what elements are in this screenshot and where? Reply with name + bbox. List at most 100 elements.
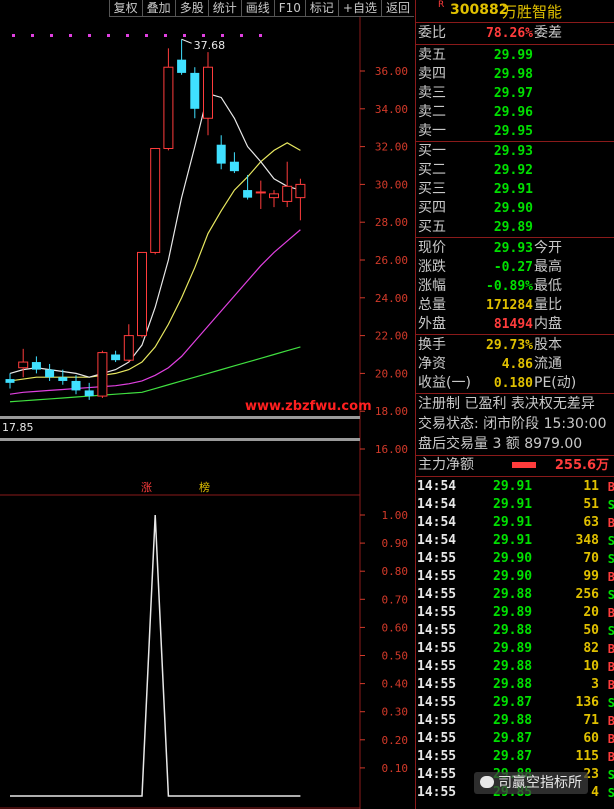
tick-direction: B [607, 642, 614, 656]
tick-time: 14:55 [417, 659, 457, 674]
status-text: 交易状态: 闭市阶段 15:30:00 [418, 416, 607, 432]
tick-row: 14:54 29.91 348 S [416, 532, 614, 550]
weicha-label: 委差 [534, 25, 562, 41]
candle-body [190, 72, 200, 109]
chart-area[interactable]: 36.00 34.00 32.00 30.00 28.00 26.00 24.00 22.00… [0, 17, 414, 809]
bid-label: 买三 [418, 181, 446, 197]
toolbar-button-0[interactable]: 复权 [108, 0, 142, 17]
tick-time: 14:55 [417, 587, 457, 602]
tick-volume: 3 [591, 677, 599, 692]
tick-volume: 82 [583, 641, 599, 656]
y-tick-label: 20.00 [375, 367, 408, 380]
high-pointer [181, 38, 192, 44]
stat-row: 总量 171284 量比 [416, 296, 614, 315]
ask-label: 卖二 [418, 104, 446, 120]
kline-chart[interactable]: 36.00 34.00 32.00 30.00 28.00 26.00 24.00 22.00… [0, 17, 414, 809]
tick-time: 14:55 [417, 731, 457, 746]
tick-row: 14:55 29.87 115 B [416, 748, 614, 766]
toolbar-button-5[interactable]: F10 [273, 0, 305, 17]
sub-y-tick-label: 0.30 [382, 706, 409, 719]
signal-dot [88, 34, 91, 37]
stat2-row: 收益(一) 0.180 PE(动) [416, 374, 614, 393]
tick-volume: 63 [583, 515, 599, 530]
y-tick-label: 34.00 [375, 103, 408, 116]
tick-direction: B [607, 660, 614, 674]
ask-price: 29.96 [493, 105, 533, 120]
tick-direction: S [607, 588, 614, 602]
candle-body [97, 352, 108, 397]
stat-value: 29.93 [493, 241, 533, 256]
stat2-label: 净资 [418, 356, 446, 372]
ask-row[interactable]: 卖二 29.96 [416, 103, 614, 122]
wechat-watermark: 司赢空指标所 [474, 772, 588, 794]
bid-row[interactable]: 买二 29.92 [416, 161, 614, 180]
tick-direction: S [607, 624, 614, 638]
ask-label: 卖一 [418, 123, 446, 139]
signal-dot [183, 34, 186, 37]
bid-row[interactable]: 买四 29.90 [416, 199, 614, 218]
candle-body [163, 66, 174, 149]
watermark-text: 司赢空指标所 [498, 775, 582, 791]
divider-band [0, 416, 360, 419]
tick-price: 29.88 [493, 713, 533, 728]
tick-price: 29.89 [493, 605, 533, 620]
tick-row: 14:55 29.89 82 B [416, 640, 614, 658]
divider [416, 237, 614, 238]
tick-row: 14:55 29.90 99 B [416, 568, 614, 586]
tick-price: 29.91 [493, 533, 533, 548]
toolbar-button-2[interactable]: 多股 [174, 0, 208, 17]
tick-price: 29.91 [493, 479, 533, 494]
tick-volume: 136 [575, 695, 599, 710]
ask-label: 卖四 [418, 66, 446, 82]
signal-dot [259, 34, 262, 37]
net-flow-bar [512, 462, 536, 468]
bid-price: 29.93 [493, 144, 533, 159]
tick-volume: 256 [575, 587, 599, 602]
ask-row[interactable]: 卖五 29.99 [416, 46, 614, 65]
tick-volume: 10 [583, 659, 599, 674]
tick-row: 14:55 29.87 136 S [416, 694, 614, 712]
tick-price: 29.91 [493, 497, 533, 512]
notice-text: 注册制 已盈利 表决权无差异 [418, 396, 595, 412]
toolbar-button-1[interactable]: 叠加 [141, 0, 175, 17]
net-flow-value: 255.6万 [554, 458, 609, 473]
ask-row[interactable]: 卖三 29.97 [416, 84, 614, 103]
tick-direction: S [607, 498, 614, 512]
tick-price: 29.90 [493, 551, 533, 566]
stat-value: 171284 [486, 298, 533, 313]
tick-direction: S [607, 552, 614, 566]
stat2-label2: 流通 [534, 356, 562, 372]
marker-bang: 榜 [199, 480, 210, 494]
bid-label: 买一 [418, 143, 446, 159]
divider-band [0, 438, 360, 441]
tick-row: 14:55 29.88 3 B [416, 676, 614, 694]
toolbar-button-3[interactable]: 统计 [207, 0, 241, 17]
low-label: 17.85 [2, 421, 34, 434]
tick-price: 29.88 [493, 623, 533, 638]
y-tick-label: 28.00 [375, 216, 408, 229]
tick-row: 14:55 29.88 256 S [416, 586, 614, 604]
toolbar-button-4[interactable]: 画线 [240, 0, 274, 17]
y-tick-label: 22.00 [375, 330, 408, 343]
tick-row: 14:55 29.88 50 S [416, 622, 614, 640]
tick-row: 14:54 29.91 63 B [416, 514, 614, 532]
watermark-text: www.zbzfwu.com [245, 399, 372, 414]
bid-row[interactable]: 买五 29.89 [416, 218, 614, 237]
ask-row[interactable]: 卖四 29.98 [416, 65, 614, 84]
ask-price: 29.98 [493, 67, 533, 82]
toolbar-button-8[interactable]: 返回 [380, 0, 414, 17]
divider [416, 22, 614, 23]
ask-row[interactable]: 卖一 29.95 [416, 122, 614, 141]
tick-direction: B [607, 750, 614, 764]
toolbar-button-7[interactable]: +自选 [337, 0, 381, 17]
candle-body [18, 361, 29, 369]
bid-row[interactable]: 买三 29.91 [416, 180, 614, 199]
candle-body [203, 66, 213, 119]
toolbar-button-6[interactable]: 标记 [304, 0, 338, 17]
tick-volume: 51 [583, 497, 599, 512]
tick-price: 29.87 [493, 749, 533, 764]
after-hours-text: 盘后交易量 3 额 8979.00 [418, 436, 583, 452]
chart-toolbar: 复权 叠加 多股 统计 画线 F10 标记 +自选 返回 [0, 0, 414, 17]
tick-row: 14:54 29.91 51 S [416, 496, 614, 514]
bid-row[interactable]: 买一 29.93 [416, 142, 614, 161]
